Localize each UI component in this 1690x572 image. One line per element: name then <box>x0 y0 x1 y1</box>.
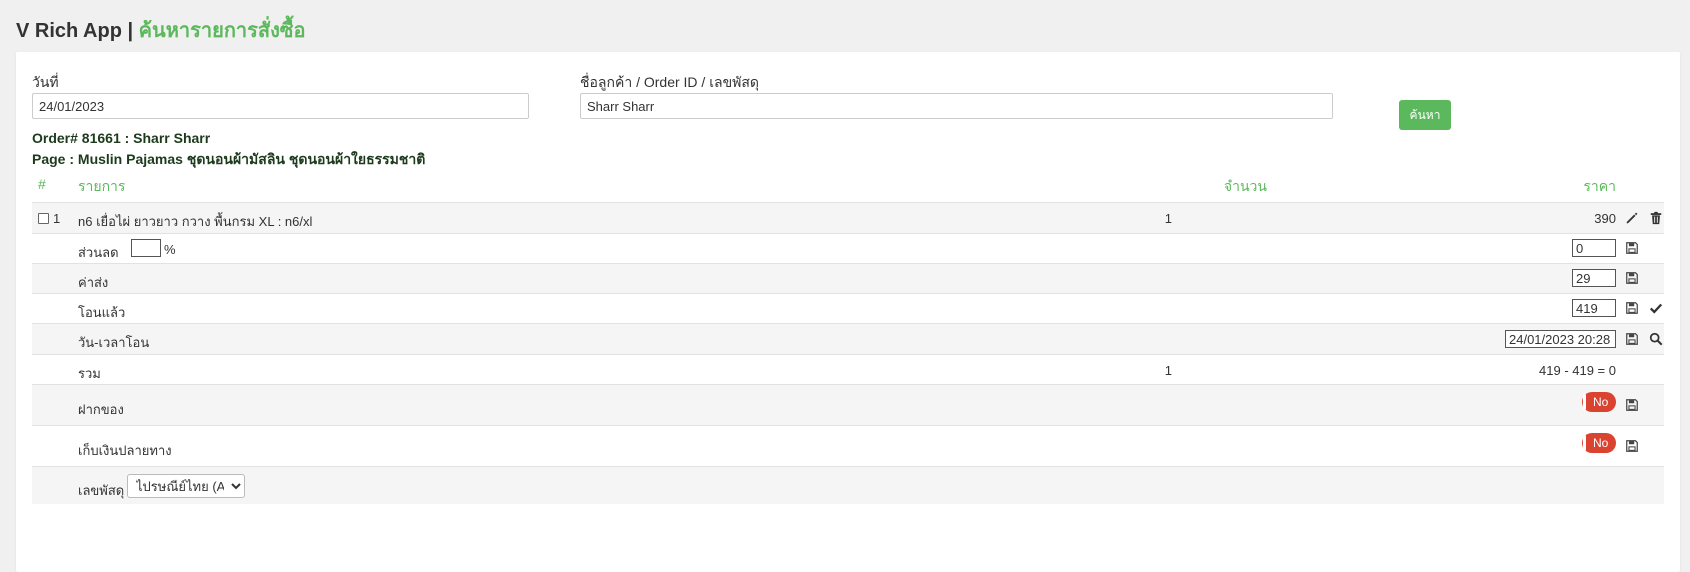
paid-input[interactable] <box>1572 299 1616 317</box>
save-icon[interactable] <box>1625 271 1639 285</box>
deposit-label: ฝากของ <box>78 402 124 417</box>
order-title: Order# 81661 : Sharr Sharr <box>32 130 211 146</box>
paid-row: โอนแล้ว <box>32 293 1664 323</box>
tracking-label: เลขพัสดุ <box>78 483 125 498</box>
toggle-knob <box>1583 394 1586 410</box>
deposit-toggle-label: No <box>1593 395 1609 409</box>
total-qty: 1 <box>1164 363 1172 378</box>
discount-label: ส่วนลด <box>78 245 119 260</box>
save-icon[interactable] <box>1625 241 1639 255</box>
cod-toggle[interactable]: No <box>1582 433 1616 453</box>
shipping-input[interactable] <box>1572 269 1616 287</box>
transfer-time-input[interactable] <box>1505 330 1616 348</box>
transfer-time-row: วัน-เวลาโอน <box>32 323 1664 354</box>
save-icon[interactable] <box>1625 439 1639 453</box>
col-header-item: รายการ <box>78 178 126 194</box>
paid-label: โอนแล้ว <box>78 305 126 320</box>
search-button[interactable]: ค้นหา <box>1399 100 1451 130</box>
col-header-index: # <box>38 176 46 192</box>
pencil-icon[interactable] <box>1625 211 1639 225</box>
save-icon[interactable] <box>1625 301 1639 315</box>
page-title: ค้นหารายการสั่งซื้อ <box>138 20 306 42</box>
transfer-time-label: วัน-เวลาโอน <box>78 335 150 350</box>
carrier-select[interactable]: ไปรษณีย์ไทย (API) <box>127 474 245 498</box>
item-checkbox[interactable] <box>38 213 49 224</box>
item-price: 390 <box>1594 211 1616 226</box>
cod-row: เก็บเงินปลายทาง No <box>32 425 1664 466</box>
col-header-price: ราคา <box>1583 178 1616 194</box>
save-icon[interactable] <box>1625 332 1639 346</box>
order-page: Page : Muslin Pajamas ชุดนอนผ้ามัสลิน ชุ… <box>32 151 426 167</box>
cod-toggle-label: No <box>1593 436 1609 450</box>
trash-icon[interactable] <box>1649 211 1663 225</box>
check-icon[interactable] <box>1649 301 1663 315</box>
shipping-label: ค่าส่ง <box>78 275 109 290</box>
app-name: V Rich App | <box>16 20 134 42</box>
deposit-row: ฝากของ No <box>32 384 1664 425</box>
date-input[interactable] <box>32 93 529 119</box>
total-summary: 419 - 419 = 0 <box>1539 363 1616 378</box>
discount-percent-input[interactable] <box>131 239 161 257</box>
col-header-qty: จำนวน <box>1223 178 1267 194</box>
discount-amount-input[interactable] <box>1572 239 1616 257</box>
item-name: n6 เยื่อไผ่ ยาวยาว กวาง พื้นกรม XL : n6/… <box>78 214 313 229</box>
percent-sign: % <box>164 242 176 257</box>
shipping-row: ค่าส่ง <box>32 263 1664 293</box>
cod-label: เก็บเงินปลายทาง <box>78 443 172 458</box>
page-header: V Rich App | ค้นหารายการสั่งซื้อ <box>16 14 305 46</box>
item-qty: 1 <box>1164 211 1172 226</box>
item-index: 1 <box>53 211 61 226</box>
tracking-row: เลขพัสดุ ไปรษณีย์ไทย (API) <box>32 466 1664 504</box>
search-order-card: วันที่ ชื่อลูกค้า / Order ID / เลขพัสดุ … <box>16 52 1680 572</box>
toggle-knob <box>1583 435 1586 451</box>
date-label: วันที่ <box>32 74 59 90</box>
discount-row: ส่วนลด % <box>32 233 1664 263</box>
total-label: รวม <box>78 366 101 381</box>
save-icon[interactable] <box>1625 398 1639 412</box>
table-row: 1 n6 เยื่อไผ่ ยาวยาว กวาง พื้นกรม XL : n… <box>32 202 1664 233</box>
magnifier-icon[interactable] <box>1649 332 1663 346</box>
customer-search-input[interactable] <box>580 93 1333 119</box>
total-row: รวม 1 419 - 419 = 0 <box>32 354 1664 384</box>
customer-search-label: ชื่อลูกค้า / Order ID / เลขพัสดุ <box>580 74 760 90</box>
deposit-toggle[interactable]: No <box>1582 392 1616 412</box>
